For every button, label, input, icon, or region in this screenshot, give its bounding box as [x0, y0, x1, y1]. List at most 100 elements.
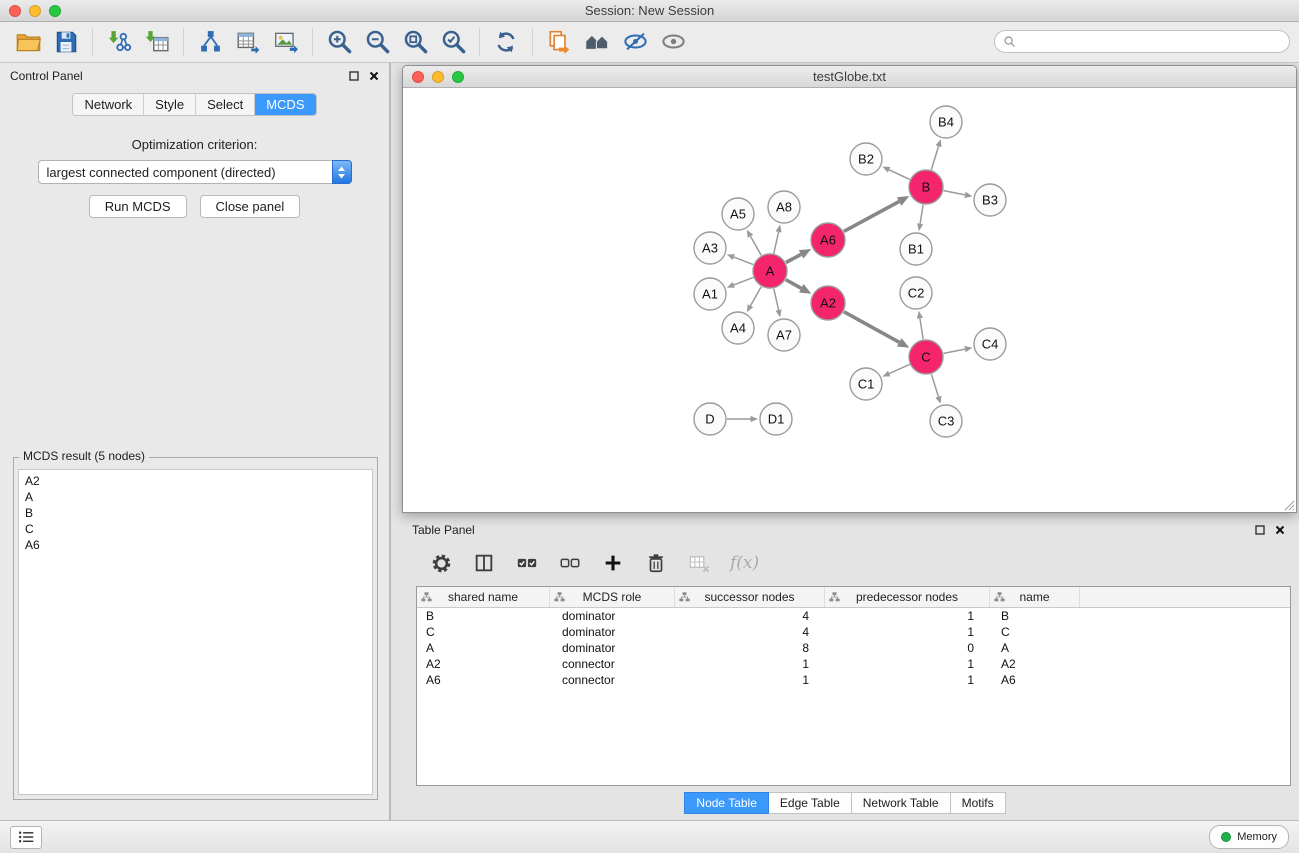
- graph-edge-A-A2[interactable]: [786, 280, 812, 294]
- column-header-mcds-role[interactable]: MCDS role: [550, 587, 675, 607]
- close-panel-icon[interactable]: [369, 71, 379, 81]
- zoom-fit-button[interactable]: [396, 25, 434, 59]
- graph-edge-C-C1[interactable]: [882, 364, 909, 376]
- graph-node-B[interactable]: B: [909, 170, 943, 204]
- delete-table-button[interactable]: [687, 549, 711, 577]
- graph-node-C3[interactable]: C3: [930, 405, 962, 437]
- graph-edge-A-A7[interactable]: [774, 289, 782, 318]
- tab-style[interactable]: Style: [144, 94, 196, 115]
- graph-node-A1[interactable]: A1: [694, 278, 726, 310]
- column-header-predecessor-nodes[interactable]: predecessor nodes: [825, 587, 990, 607]
- minimize-window-button[interactable]: [29, 5, 41, 17]
- graph-node-C4[interactable]: C4: [974, 328, 1006, 360]
- export-table-button[interactable]: [229, 25, 267, 59]
- mcds-result-list[interactable]: A2ABCA6: [18, 469, 373, 795]
- zoom-out-button[interactable]: [358, 25, 396, 59]
- graph-node-D[interactable]: D: [694, 403, 726, 435]
- graph-edge-C-C3[interactable]: [931, 374, 941, 404]
- graph-edge-A-A4[interactable]: [747, 287, 761, 313]
- tab-network-table[interactable]: Network Table: [851, 792, 951, 814]
- maximize-view-button[interactable]: [452, 71, 464, 83]
- graph-edge-A-A3[interactable]: [727, 254, 753, 264]
- import-network-button[interactable]: [100, 25, 138, 59]
- result-item-a2[interactable]: A2: [19, 473, 372, 489]
- export-network-button[interactable]: [191, 25, 229, 59]
- graph-edge-A-A1[interactable]: [727, 277, 753, 287]
- resize-grip-icon[interactable]: [1284, 500, 1295, 511]
- tab-mcds[interactable]: MCDS: [255, 94, 315, 115]
- graph-node-A7[interactable]: A7: [768, 319, 800, 351]
- deselect-all-columns-button[interactable]: [558, 549, 582, 577]
- graph-edge-A-A6[interactable]: [786, 249, 811, 263]
- search-input[interactable]: [1021, 34, 1281, 50]
- task-history-button[interactable]: [10, 826, 42, 849]
- graph-edge-A-A8[interactable]: [774, 225, 782, 254]
- save-session-button[interactable]: [47, 25, 85, 59]
- graph-edge-C-C2[interactable]: [917, 311, 923, 339]
- graph-node-A[interactable]: A: [753, 254, 787, 288]
- float-panel-icon[interactable]: [349, 71, 359, 81]
- close-window-button[interactable]: [9, 5, 21, 17]
- graph-edge-B-B2[interactable]: [882, 167, 909, 180]
- graph-node-C[interactable]: C: [909, 340, 943, 374]
- maximize-window-button[interactable]: [49, 5, 61, 17]
- result-item-c[interactable]: C: [19, 521, 372, 537]
- graph-node-A8[interactable]: A8: [768, 191, 800, 223]
- graph-edge-A2-C[interactable]: [844, 312, 910, 348]
- zoom-in-button[interactable]: [320, 25, 358, 59]
- column-header-successor-nodes[interactable]: successor nodes: [675, 587, 825, 607]
- graph-edge-B-B3[interactable]: [944, 191, 973, 198]
- graph-node-C2[interactable]: C2: [900, 277, 932, 309]
- graph-node-A3[interactable]: A3: [694, 232, 726, 264]
- graph-edge-A-A5[interactable]: [747, 230, 761, 256]
- select-all-columns-button[interactable]: [515, 549, 539, 577]
- refresh-button[interactable]: [487, 25, 525, 59]
- graph-edge-C-C4[interactable]: [944, 346, 973, 353]
- table-row-c[interactable]: Cdominator41C: [417, 624, 1290, 640]
- result-item-a[interactable]: A: [19, 489, 372, 505]
- home-button[interactable]: [578, 25, 616, 59]
- import-table-button[interactable]: [138, 25, 176, 59]
- network-canvas[interactable]: AA6A2BCA5A8A3A1A4A7B1B2B3B4C1C2C3C4DD1: [403, 88, 1296, 512]
- add-row-button[interactable]: [601, 549, 625, 577]
- graph-node-A5[interactable]: A5: [722, 198, 754, 230]
- graph-node-D1[interactable]: D1: [760, 403, 792, 435]
- first-neighbors-button[interactable]: [540, 25, 578, 59]
- show-all-button[interactable]: [654, 25, 692, 59]
- graph-node-A2[interactable]: A2: [811, 286, 845, 320]
- tab-motifs[interactable]: Motifs: [950, 792, 1006, 814]
- table-settings-button[interactable]: [429, 549, 453, 577]
- table-row-a2[interactable]: A2connector11A2: [417, 656, 1290, 672]
- minimize-view-button[interactable]: [432, 71, 444, 83]
- delete-row-button[interactable]: [644, 549, 668, 577]
- tab-network[interactable]: Network: [73, 94, 144, 115]
- graph-edge-A6-B[interactable]: [844, 196, 910, 231]
- graph-node-B1[interactable]: B1: [900, 233, 932, 265]
- close-panel-icon[interactable]: [1275, 525, 1285, 535]
- table-row-a6[interactable]: A6connector11A6: [417, 672, 1290, 688]
- result-item-b[interactable]: B: [19, 505, 372, 521]
- search-box[interactable]: [994, 30, 1290, 53]
- float-panel-icon[interactable]: [1255, 525, 1265, 535]
- open-session-button[interactable]: [9, 25, 47, 59]
- function-builder-button[interactable]: f(x): [730, 549, 759, 577]
- memory-button[interactable]: Memory: [1209, 825, 1289, 849]
- table-body[interactable]: Bdominator41BCdominator41CAdominator80AA…: [417, 608, 1290, 785]
- run-mcds-button[interactable]: Run MCDS: [89, 195, 187, 218]
- close-panel-button[interactable]: Close panel: [200, 195, 301, 218]
- tab-edge-table[interactable]: Edge Table: [768, 792, 852, 814]
- tab-select[interactable]: Select: [196, 94, 255, 115]
- zoom-selected-button[interactable]: [434, 25, 472, 59]
- show-columns-button[interactable]: [472, 549, 496, 577]
- graph-node-A4[interactable]: A4: [722, 312, 754, 344]
- graph-edge-D-D1[interactable]: [727, 416, 758, 422]
- graph-node-B4[interactable]: B4: [930, 106, 962, 138]
- hide-selected-button[interactable]: [616, 25, 654, 59]
- table-row-a[interactable]: Adominator80A: [417, 640, 1290, 656]
- graph-edge-B-B1[interactable]: [917, 205, 923, 231]
- graph-edge-B-B4[interactable]: [931, 139, 941, 170]
- export-image-button[interactable]: [267, 25, 305, 59]
- criterion-dropdown[interactable]: largest connected component (directed): [38, 160, 352, 184]
- result-item-a6[interactable]: A6: [19, 537, 372, 553]
- column-header-shared-name[interactable]: shared name: [417, 587, 550, 607]
